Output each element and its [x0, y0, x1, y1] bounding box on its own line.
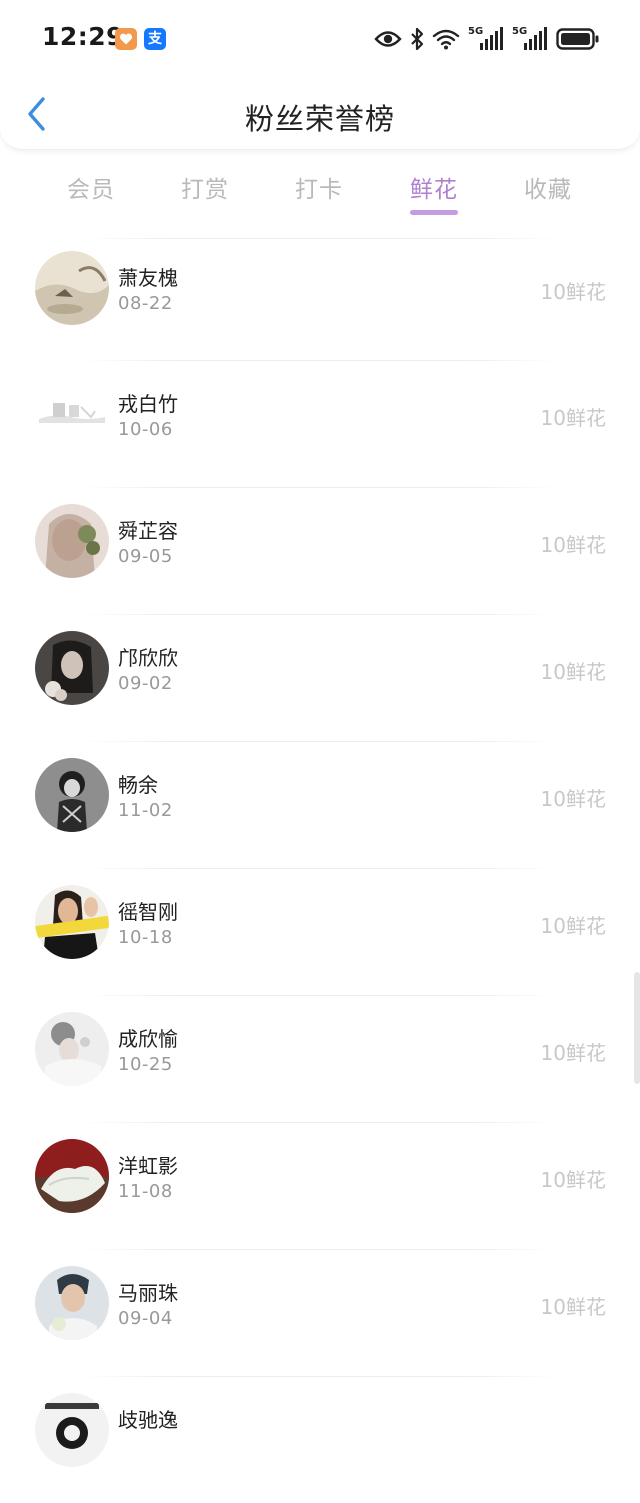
row-divider — [80, 614, 560, 615]
alipay-app-icon: 支 — [144, 28, 166, 50]
page-header: 粉丝荣誉榜 — [0, 78, 640, 150]
fan-flower-count: 10鲜花 — [540, 914, 606, 938]
row-divider — [80, 1122, 560, 1123]
fan-date: 11-08 — [118, 1181, 173, 1202]
fan-name: 马丽珠 — [118, 1281, 178, 1305]
fan-name: 萧友槐 — [118, 266, 178, 290]
avatar[interactable] — [35, 758, 109, 832]
tab-tips[interactable]: 打赏 — [148, 170, 262, 204]
category-tabs: 会员 打赏 打卡 鲜花 收藏 — [0, 150, 640, 238]
fan-name: 徭智刚 — [118, 900, 178, 924]
fan-flower-count: 10鲜花 — [540, 787, 606, 811]
list-item[interactable]: 洋虹影 11-08 10鲜花 — [0, 1122, 640, 1249]
wifi-icon — [432, 29, 460, 50]
avatar[interactable] — [35, 1393, 109, 1467]
fan-date: 09-04 — [118, 1308, 173, 1329]
list-item[interactable]: 畅余 11-02 10鲜花 — [0, 741, 640, 868]
list-item[interactable]: 邝欣欣 09-02 10鲜花 — [0, 614, 640, 741]
row-divider — [80, 360, 560, 361]
avatar[interactable] — [35, 631, 109, 705]
fan-name: 成欣愉 — [118, 1027, 178, 1051]
avatar[interactable] — [35, 1139, 109, 1213]
list-item[interactable]: 成欣愉 10-25 10鲜花 — [0, 995, 640, 1122]
row-divider — [80, 487, 560, 488]
list-item[interactable]: 歧驰逸 — [0, 1376, 640, 1503]
fan-name: 戎白竹 — [118, 392, 178, 416]
fan-date: 10-18 — [118, 927, 173, 948]
avatar[interactable] — [35, 885, 109, 959]
list-item[interactable]: 戎白竹 10-06 10鲜花 — [0, 360, 640, 487]
row-divider — [80, 238, 560, 239]
list-item[interactable]: 马丽珠 09-04 10鲜花 — [0, 1249, 640, 1376]
row-divider — [80, 1376, 560, 1377]
fan-flower-count: 10鲜花 — [540, 1041, 606, 1065]
status-bar: 12:29 支 5G 5G — [0, 0, 640, 78]
avatar[interactable] — [35, 1266, 109, 1340]
fan-flower-count: 10鲜花 — [540, 280, 606, 304]
fan-date: 09-02 — [118, 673, 173, 694]
status-time: 12:29 — [42, 22, 125, 51]
cellular-signal-icon: 5G — [468, 26, 504, 52]
fan-flower-count: 10鲜花 — [540, 1168, 606, 1192]
avatar[interactable] — [35, 251, 109, 325]
tab-members[interactable]: 会员 — [34, 170, 148, 204]
list-item[interactable]: 萧友槐 08-22 10鲜花 — [0, 238, 640, 365]
favorites-app-icon — [115, 28, 137, 50]
fan-flower-count: 10鲜花 — [540, 406, 606, 430]
fan-name: 舜芷容 — [118, 519, 178, 543]
fan-flower-count: 10鲜花 — [540, 660, 606, 684]
avatar[interactable] — [35, 377, 109, 451]
fan-name: 畅余 — [118, 773, 158, 797]
scrollbar-thumb[interactable] — [634, 972, 640, 1084]
page-title: 粉丝荣誉榜 — [244, 102, 395, 136]
status-icons: 5G 5G — [374, 24, 600, 54]
eye-icon — [374, 31, 402, 47]
fan-name: 歧驰逸 — [118, 1408, 178, 1432]
bluetooth-icon — [411, 27, 424, 51]
fan-name: 邝欣欣 — [118, 646, 178, 670]
cellular-signal-icon-2: 5G — [512, 26, 548, 52]
row-divider — [80, 995, 560, 996]
battery-icon — [556, 28, 599, 50]
tab-favorites[interactable]: 收藏 — [491, 170, 605, 204]
tab-checkin[interactable]: 打卡 — [262, 170, 376, 204]
row-divider — [80, 1249, 560, 1250]
list-item[interactable]: 舜芷容 09-05 10鲜花 — [0, 487, 640, 614]
fan-date: 09-05 — [118, 546, 173, 567]
fan-date: 10-25 — [118, 1054, 173, 1075]
top-bar: 12:29 支 5G 5G 粉丝荣誉榜 — [0, 0, 640, 150]
fan-date: 10-06 — [118, 419, 173, 440]
fan-date: 08-22 — [118, 293, 173, 314]
fan-flower-count: 10鲜花 — [540, 1295, 606, 1319]
fan-date: 11-02 — [118, 800, 173, 821]
row-divider — [80, 868, 560, 869]
avatar[interactable] — [35, 1012, 109, 1086]
avatar[interactable] — [35, 504, 109, 578]
tab-flowers[interactable]: 鲜花 — [377, 170, 491, 204]
row-divider — [80, 741, 560, 742]
fan-flower-count: 10鲜花 — [540, 533, 606, 557]
list-item[interactable]: 徭智刚 10-18 10鲜花 — [0, 868, 640, 995]
active-tab-indicator — [410, 210, 458, 215]
fan-name: 洋虹影 — [118, 1154, 178, 1178]
